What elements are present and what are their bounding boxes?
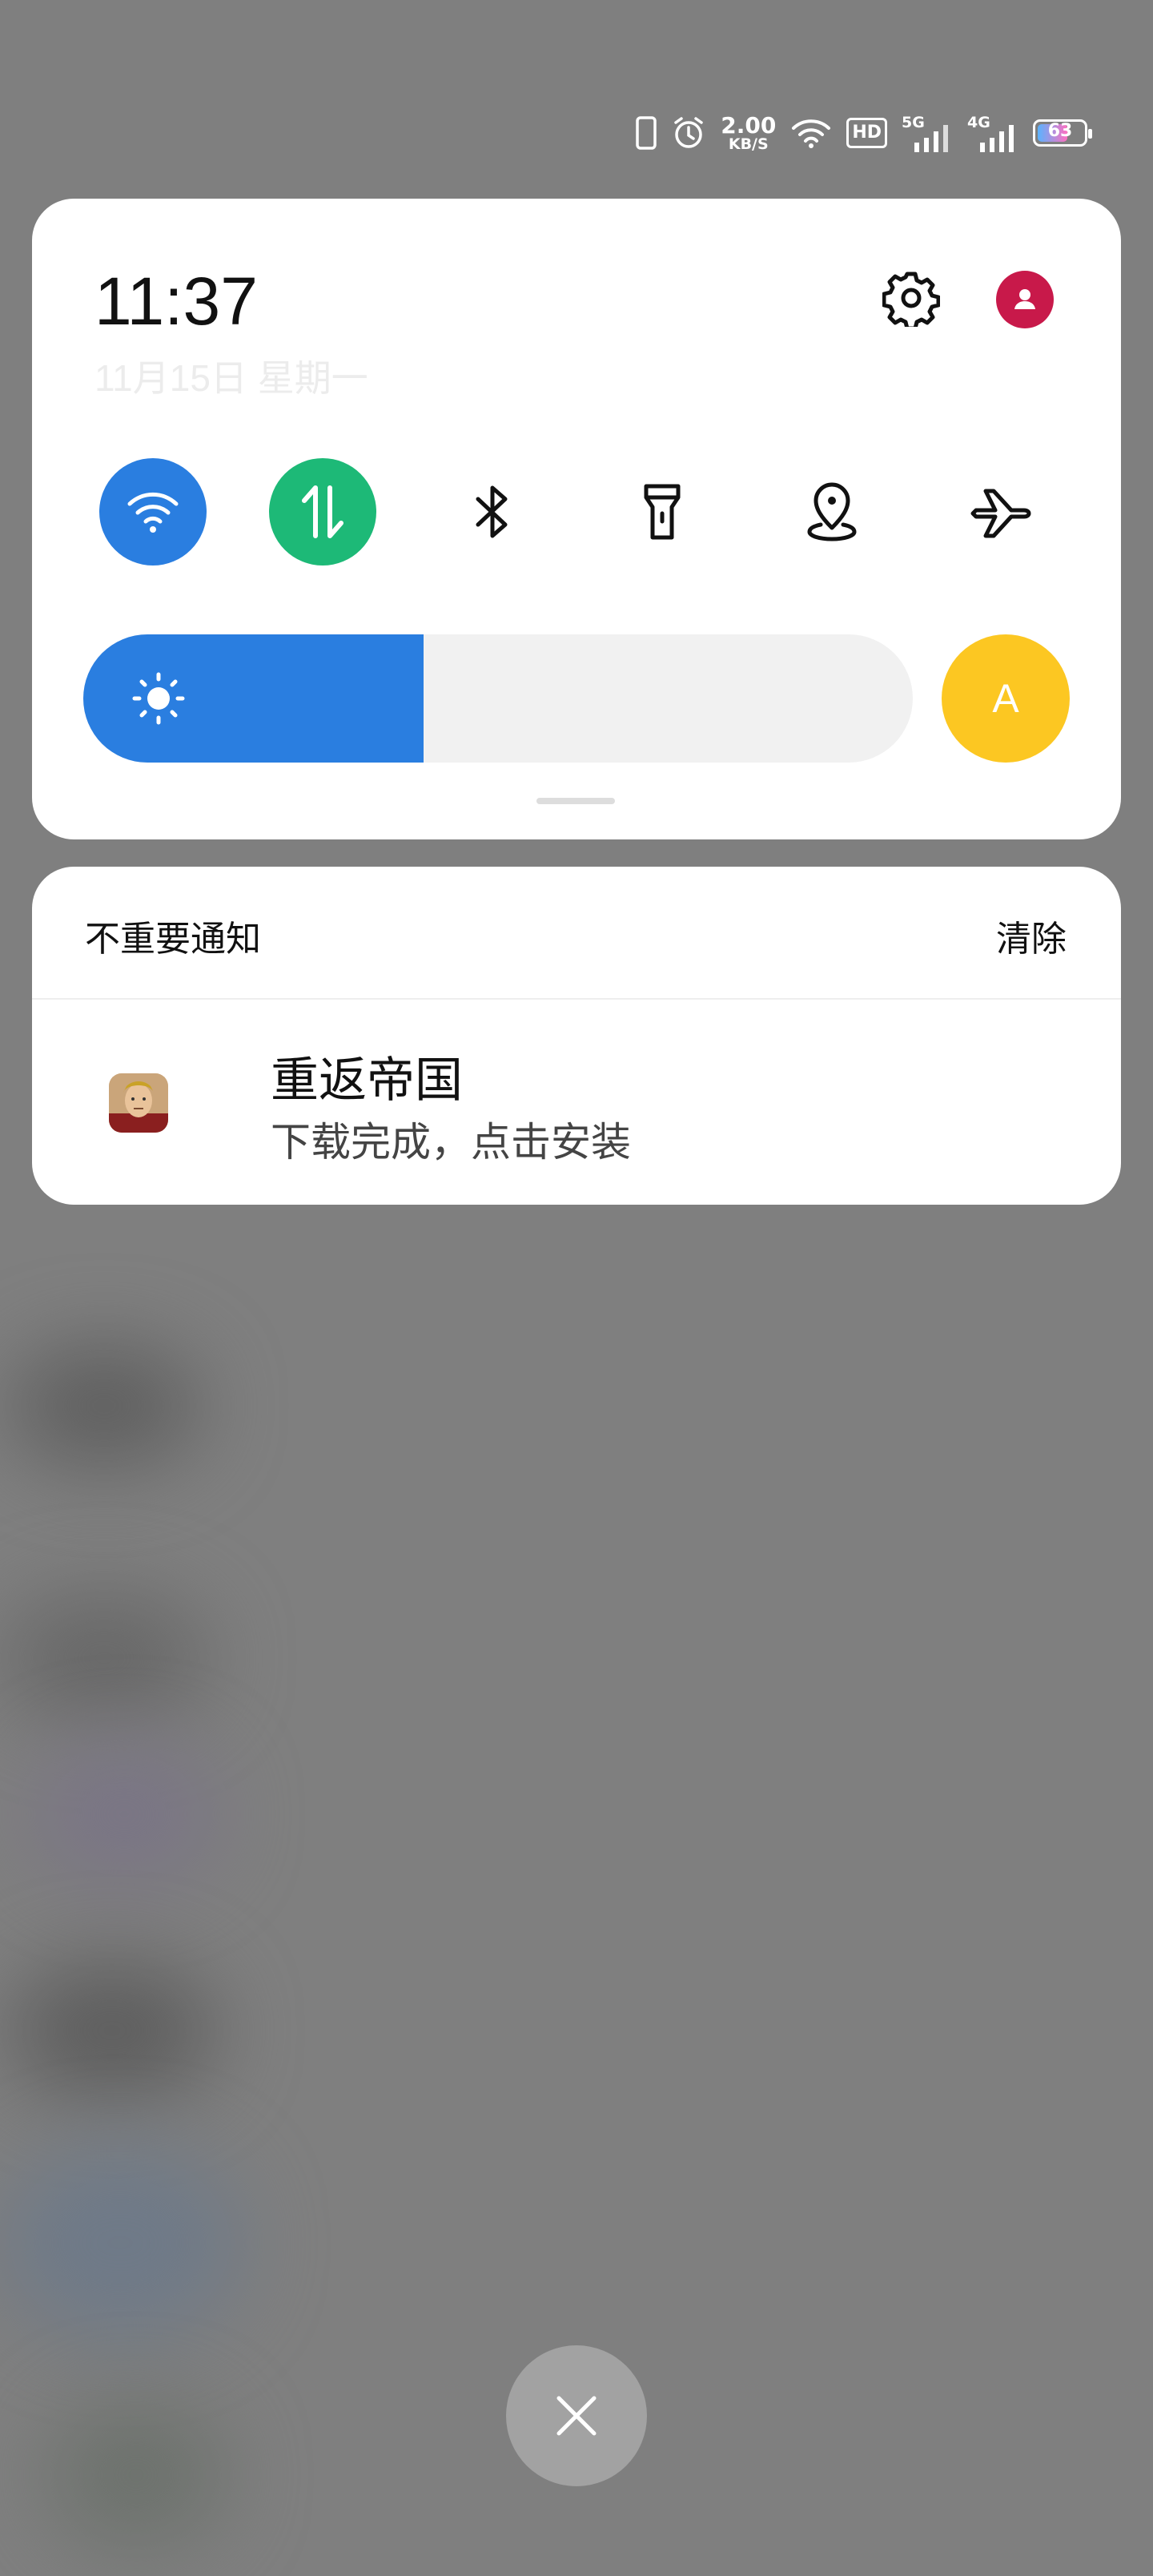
clock-time[interactable]: 11:37 [94, 263, 258, 340]
quick-toggles [99, 458, 1060, 566]
sun-icon [132, 672, 185, 725]
close-icon [556, 2396, 597, 2436]
flashlight-icon [644, 484, 681, 540]
wifi-icon [790, 117, 832, 149]
toggle-airplane[interactable] [948, 458, 1055, 566]
close-button[interactable] [506, 2345, 647, 2486]
battery-level: 63 [1047, 121, 1073, 141]
bluetooth-icon [476, 485, 508, 538]
brightness-slider[interactable] [83, 634, 913, 763]
airplane-icon [970, 489, 1031, 538]
speed-value: 2.00 [721, 111, 777, 139]
app-icon [109, 1073, 168, 1133]
auto-brightness-button[interactable]: A [942, 634, 1070, 763]
toggle-mobile-data[interactable] [269, 458, 376, 566]
notification-message: 下载完成，点击安装 [271, 1119, 631, 1165]
hd-voice-icon: HD [846, 118, 887, 148]
speed-unit: KB/S [728, 135, 769, 153]
status-bar: 2.00 KB/S HD 5G 4G 63 [636, 111, 1092, 155]
phone-icon [636, 116, 657, 150]
alarm-icon [671, 115, 706, 151]
clock-date: 11月15日 星期一 [94, 357, 368, 399]
data-arrows-icon [302, 485, 343, 538]
user-avatar-button[interactable] [996, 271, 1054, 328]
wifi-icon [127, 492, 179, 533]
toggle-flashlight[interactable] [609, 458, 716, 566]
notification-header: 不重要通知 清除 [32, 867, 1121, 1000]
location-icon [807, 482, 857, 541]
person-icon [1014, 289, 1035, 309]
notification-card: 不重要通知 清除 重返帝国 下载完成，点击安装 [32, 867, 1121, 1205]
toggle-wifi[interactable] [99, 458, 207, 566]
panel-drag-handle[interactable] [536, 798, 615, 804]
gear-icon[interactable] [879, 266, 943, 330]
toggle-location[interactable] [778, 458, 886, 566]
notification-app-name: 重返帝国 [271, 1053, 463, 1109]
network-speed: 2.00 KB/S [721, 111, 777, 153]
toggle-bluetooth[interactable] [439, 458, 546, 566]
battery-icon: 63 [1033, 119, 1092, 147]
clear-button[interactable]: 清除 [996, 910, 1067, 961]
section-title: 不重要通知 [85, 919, 261, 960]
signal-5g-icon: 5G [902, 114, 953, 152]
quick-settings-panel: 11:37 11月15日 星期一 A [32, 199, 1121, 839]
signal-4g-icon: 4G [967, 114, 1018, 152]
